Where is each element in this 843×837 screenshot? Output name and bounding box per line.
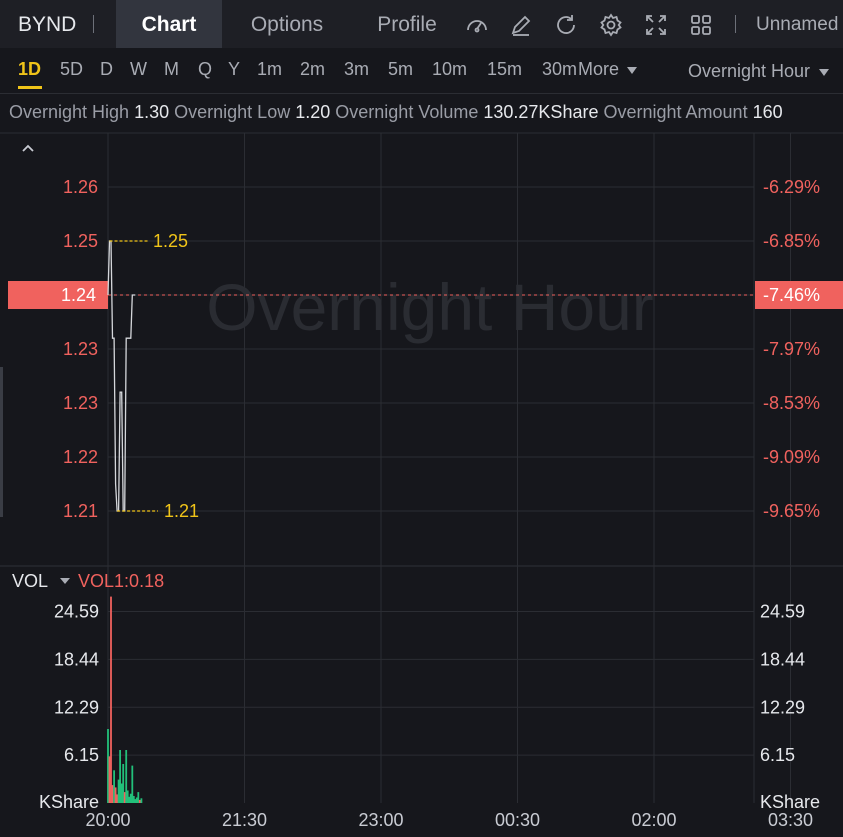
low-marker-label: 1.21 bbox=[164, 501, 199, 521]
price-line bbox=[107, 240, 136, 512]
price-axis-label: 1.21 bbox=[63, 501, 98, 521]
volume-bar bbox=[110, 596, 112, 803]
time-axis-label: 03:30 bbox=[768, 810, 813, 830]
caret-down-icon[interactable] bbox=[60, 577, 71, 584]
volume-axis-label: 24.59 bbox=[54, 601, 99, 621]
time-axis-label: 02:00 bbox=[631, 810, 676, 830]
volume-unit-label: KShare bbox=[39, 792, 99, 812]
volume-axis-label-right: 6.15 bbox=[760, 745, 795, 765]
volume-axis-label-right: 18.44 bbox=[760, 649, 805, 669]
volume-axis-label: 6.15 bbox=[64, 745, 99, 765]
price-axis-label: 1.23 bbox=[63, 339, 98, 359]
time-axis-label: 21:30 bbox=[222, 810, 267, 830]
change-axis-label: -6.29% bbox=[763, 177, 820, 197]
volume-indicator-label[interactable]: VOL bbox=[12, 571, 48, 591]
change-axis-label: -9.09% bbox=[763, 447, 820, 467]
price-axis-label: 1.22 bbox=[63, 447, 98, 467]
time-axis-label: 23:00 bbox=[358, 810, 403, 830]
volume-bar bbox=[138, 799, 141, 803]
current-change-label: -7.46% bbox=[763, 285, 820, 305]
volume-axis-label: 18.44 bbox=[54, 649, 99, 669]
change-axis-label: -9.65% bbox=[763, 501, 820, 521]
volume-bar bbox=[140, 798, 143, 803]
volume-bar bbox=[119, 750, 121, 803]
price-volume-chart[interactable]: 1.26 -6.29% 1.25 -6.85% 1.24 -7.46% 1.23 -7.97%… bbox=[0, 0, 843, 837]
change-axis-label: -7.97% bbox=[763, 339, 820, 359]
change-axis-label: -8.53% bbox=[763, 393, 820, 413]
time-axis-label: 20:00 bbox=[85, 810, 130, 830]
volume-bar bbox=[111, 785, 114, 803]
volume-axis-label: 12.29 bbox=[54, 697, 99, 717]
price-axis-label: 1.26 bbox=[63, 177, 98, 197]
price-axis-label: 1.23 bbox=[63, 393, 98, 413]
volume-unit-label-right: KShare bbox=[760, 792, 820, 812]
chart-watermark: Overnight Hour bbox=[206, 270, 654, 344]
volume-indicator-value: VOL1:0.18 bbox=[78, 571, 165, 591]
volume-indicator-header: VOL VOL1:0.18 bbox=[12, 571, 164, 592]
time-axis-label: 00:30 bbox=[495, 810, 540, 830]
price-axis-label: 1.25 bbox=[63, 231, 98, 251]
volume-axis-label-right: 24.59 bbox=[760, 601, 805, 621]
volume-bar bbox=[129, 793, 132, 803]
volume-axis-label-right: 12.29 bbox=[760, 697, 805, 717]
change-axis-label: -6.85% bbox=[763, 231, 820, 251]
current-price-label: 1.24 bbox=[61, 285, 96, 305]
high-marker-label: 1.25 bbox=[153, 231, 188, 251]
